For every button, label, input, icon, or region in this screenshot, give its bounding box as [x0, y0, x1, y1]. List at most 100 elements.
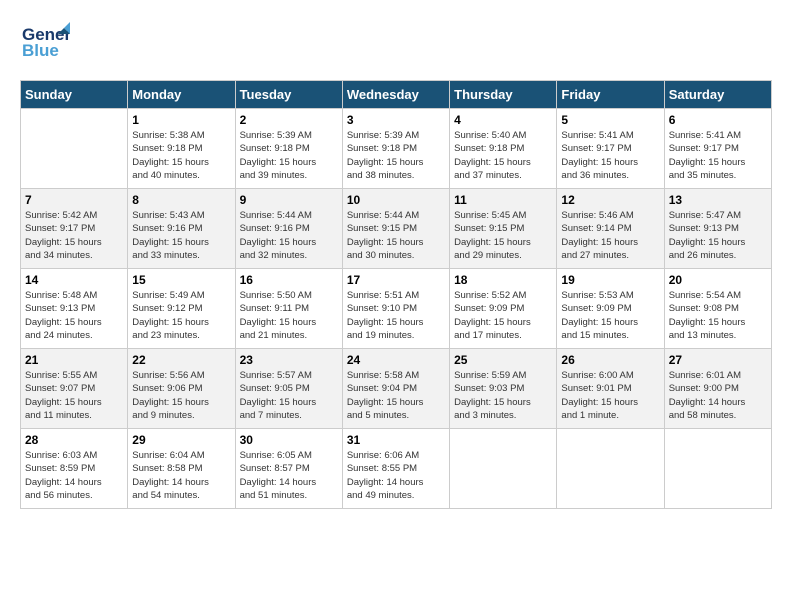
- day-number: 9: [240, 193, 338, 207]
- weekday-sunday: Sunday: [21, 81, 128, 109]
- day-info: Sunrise: 5:57 AM Sunset: 9:05 PM Dayligh…: [240, 369, 338, 422]
- day-number: 8: [132, 193, 230, 207]
- day-cell: 4 Sunrise: 5:40 AM Sunset: 9:18 PM Daylig…: [450, 109, 557, 189]
- day-cell: 13Sunrise: 5:47 AM Sunset: 9:13 PM Dayli…: [664, 189, 771, 269]
- day-number: 4: [454, 113, 552, 127]
- day-number: 24: [347, 353, 445, 367]
- day-number: 1: [132, 113, 230, 127]
- day-number: 17: [347, 273, 445, 287]
- day-info: Sunrise: 5:55 AM Sunset: 9:07 PM Dayligh…: [25, 369, 123, 422]
- day-number: 27: [669, 353, 767, 367]
- day-info: Sunrise: 5:44 AM Sunset: 9:16 PM Dayligh…: [240, 209, 338, 262]
- day-cell: 7Sunrise: 5:42 AM Sunset: 9:17 PM Daylig…: [21, 189, 128, 269]
- day-cell: 1Sunrise: 5:38 AM Sunset: 9:18 PM Daylig…: [128, 109, 235, 189]
- day-info: Sunrise: 5:50 AM Sunset: 9:11 PM Dayligh…: [240, 289, 338, 342]
- weekday-monday: Monday: [128, 81, 235, 109]
- day-cell: 19 Sunrise: 5:53 AM Sunset: 9:09 PM Dayli…: [557, 269, 664, 349]
- day-info: Sunrise: 5:40 AM Sunset: 9:18 PM Dayligh…: [454, 129, 552, 182]
- day-info: Sunrise: 5:54 AM Sunset: 9:08 PM Dayligh…: [669, 289, 767, 342]
- day-info: Sunrise: 5:52 AM Sunset: 9:09 PM Dayligh…: [454, 289, 552, 342]
- day-number: 12: [561, 193, 659, 207]
- day-number: 21: [25, 353, 123, 367]
- logo: General Blue: [20, 20, 70, 70]
- day-info: Sunrise: 5:44 AM Sunset: 9:15 PM Dayligh…: [347, 209, 445, 262]
- day-cell: 17 Sunrise: 5:51 AM Sunset: 9:10 PM Dayli…: [342, 269, 449, 349]
- day-number: 14: [25, 273, 123, 287]
- day-cell: [664, 429, 771, 509]
- weekday-wednesday: Wednesday: [342, 81, 449, 109]
- day-info: Sunrise: 5:39 AM Sunset: 9:18 PM Dayligh…: [240, 129, 338, 182]
- day-cell: 12 Sunrise: 5:46 AM Sunset: 9:14 PM Dayli…: [557, 189, 664, 269]
- day-number: 30: [240, 433, 338, 447]
- week-row-5: 28 Sunrise: 6:03 AM Sunset: 8:59 PM Dayli…: [21, 429, 772, 509]
- day-cell: 28 Sunrise: 6:03 AM Sunset: 8:59 PM Dayli…: [21, 429, 128, 509]
- day-info: Sunrise: 5:51 AM Sunset: 9:10 PM Dayligh…: [347, 289, 445, 342]
- calendar-body: 1Sunrise: 5:38 AM Sunset: 9:18 PM Daylig…: [21, 109, 772, 509]
- day-info: Sunrise: 5:48 AM Sunset: 9:13 PM Dayligh…: [25, 289, 123, 342]
- weekday-header-row: SundayMondayTuesdayWednesdayThursdayFrid…: [21, 81, 772, 109]
- day-cell: 8 Sunrise: 5:43 AM Sunset: 9:16 PM Daylig…: [128, 189, 235, 269]
- day-info: Sunrise: 5:41 AM Sunset: 9:17 PM Dayligh…: [669, 129, 767, 182]
- day-info: Sunrise: 5:53 AM Sunset: 9:09 PM Dayligh…: [561, 289, 659, 342]
- day-cell: 6 Sunrise: 5:41 AM Sunset: 9:17 PM Daylig…: [664, 109, 771, 189]
- day-number: 3: [347, 113, 445, 127]
- day-number: 22: [132, 353, 230, 367]
- day-cell: 30Sunrise: 6:05 AM Sunset: 8:57 PM Dayli…: [235, 429, 342, 509]
- day-cell: 14 Sunrise: 5:48 AM Sunset: 9:13 PM Dayli…: [21, 269, 128, 349]
- weekday-tuesday: Tuesday: [235, 81, 342, 109]
- day-number: 13: [669, 193, 767, 207]
- day-info: Sunrise: 5:58 AM Sunset: 9:04 PM Dayligh…: [347, 369, 445, 422]
- day-cell: [557, 429, 664, 509]
- day-cell: 22 Sunrise: 5:56 AM Sunset: 9:06 PM Dayli…: [128, 349, 235, 429]
- header: General Blue: [20, 20, 772, 70]
- day-number: 10: [347, 193, 445, 207]
- day-info: Sunrise: 6:01 AM Sunset: 9:00 PM Dayligh…: [669, 369, 767, 422]
- day-number: 15: [132, 273, 230, 287]
- day-number: 19: [561, 273, 659, 287]
- day-cell: 3 Sunrise: 5:39 AM Sunset: 9:18 PM Daylig…: [342, 109, 449, 189]
- day-info: Sunrise: 5:56 AM Sunset: 9:06 PM Dayligh…: [132, 369, 230, 422]
- day-number: 29: [132, 433, 230, 447]
- day-info: Sunrise: 6:03 AM Sunset: 8:59 PM Dayligh…: [25, 449, 123, 502]
- day-info: Sunrise: 6:06 AM Sunset: 8:55 PM Dayligh…: [347, 449, 445, 502]
- day-cell: 15 Sunrise: 5:49 AM Sunset: 9:12 PM Dayli…: [128, 269, 235, 349]
- day-info: Sunrise: 5:45 AM Sunset: 9:15 PM Dayligh…: [454, 209, 552, 262]
- day-number: 25: [454, 353, 552, 367]
- day-cell: 9 Sunrise: 5:44 AM Sunset: 9:16 PM Daylig…: [235, 189, 342, 269]
- day-cell: [450, 429, 557, 509]
- day-info: Sunrise: 5:41 AM Sunset: 9:17 PM Dayligh…: [561, 129, 659, 182]
- week-row-2: 7Sunrise: 5:42 AM Sunset: 9:17 PM Daylig…: [21, 189, 772, 269]
- week-row-3: 14 Sunrise: 5:48 AM Sunset: 9:13 PM Dayli…: [21, 269, 772, 349]
- day-number: 7: [25, 193, 123, 207]
- day-info: Sunrise: 5:49 AM Sunset: 9:12 PM Dayligh…: [132, 289, 230, 342]
- day-cell: 26Sunrise: 6:00 AM Sunset: 9:01 PM Dayli…: [557, 349, 664, 429]
- day-cell: 24 Sunrise: 5:58 AM Sunset: 9:04 PM Dayli…: [342, 349, 449, 429]
- day-number: 6: [669, 113, 767, 127]
- week-row-4: 21 Sunrise: 5:55 AM Sunset: 9:07 PM Dayli…: [21, 349, 772, 429]
- day-number: 5: [561, 113, 659, 127]
- day-number: 31: [347, 433, 445, 447]
- day-number: 20: [669, 273, 767, 287]
- calendar-table: SundayMondayTuesdayWednesdayThursdayFrid…: [20, 80, 772, 509]
- weekday-friday: Friday: [557, 81, 664, 109]
- day-cell: [21, 109, 128, 189]
- day-number: 28: [25, 433, 123, 447]
- day-info: Sunrise: 6:00 AM Sunset: 9:01 PM Dayligh…: [561, 369, 659, 422]
- day-cell: 29Sunrise: 6:04 AM Sunset: 8:58 PM Dayli…: [128, 429, 235, 509]
- day-info: Sunrise: 5:46 AM Sunset: 9:14 PM Dayligh…: [561, 209, 659, 262]
- day-cell: 16 Sunrise: 5:50 AM Sunset: 9:11 PM Dayli…: [235, 269, 342, 349]
- day-cell: 23Sunrise: 5:57 AM Sunset: 9:05 PM Dayli…: [235, 349, 342, 429]
- day-cell: 18Sunrise: 5:52 AM Sunset: 9:09 PM Dayli…: [450, 269, 557, 349]
- day-number: 11: [454, 193, 552, 207]
- day-number: 2: [240, 113, 338, 127]
- day-info: Sunrise: 5:43 AM Sunset: 9:16 PM Dayligh…: [132, 209, 230, 262]
- day-cell: 2 Sunrise: 5:39 AM Sunset: 9:18 PM Daylig…: [235, 109, 342, 189]
- day-cell: 11 Sunrise: 5:45 AM Sunset: 9:15 PM Dayli…: [450, 189, 557, 269]
- day-info: Sunrise: 5:59 AM Sunset: 9:03 PM Dayligh…: [454, 369, 552, 422]
- day-cell: 20 Sunrise: 5:54 AM Sunset: 9:08 PM Dayli…: [664, 269, 771, 349]
- day-info: Sunrise: 5:39 AM Sunset: 9:18 PM Dayligh…: [347, 129, 445, 182]
- logo-icon: General Blue: [20, 20, 70, 65]
- day-number: 16: [240, 273, 338, 287]
- day-cell: 25 Sunrise: 5:59 AM Sunset: 9:03 PM Dayli…: [450, 349, 557, 429]
- week-row-1: 1Sunrise: 5:38 AM Sunset: 9:18 PM Daylig…: [21, 109, 772, 189]
